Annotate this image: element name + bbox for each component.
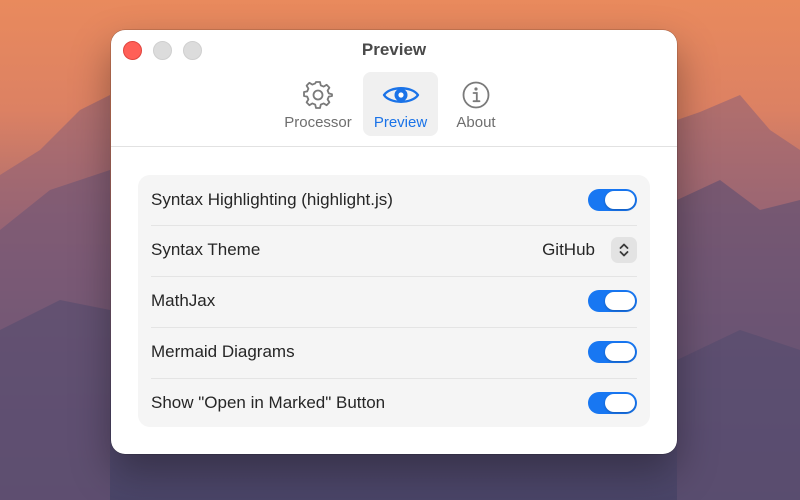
setting-row-syntax-highlighting: Syntax Highlighting (highlight.js) bbox=[138, 175, 650, 225]
syntax-theme-label: Syntax Theme bbox=[151, 240, 261, 259]
toggle-knob bbox=[605, 292, 635, 310]
toggle-knob bbox=[605, 343, 635, 361]
setting-row-mermaid: Mermaid Diagrams bbox=[138, 327, 650, 377]
tab-processor[interactable]: Processor bbox=[280, 72, 356, 136]
syntax-theme-select[interactable]: GitHub bbox=[542, 237, 637, 263]
chevron-up-down-icon bbox=[611, 237, 637, 263]
tab-about[interactable]: About bbox=[438, 72, 514, 136]
setting-row-mathjax: MathJax bbox=[138, 276, 650, 326]
mermaid-toggle[interactable] bbox=[588, 341, 637, 363]
window-title: Preview bbox=[361, 40, 427, 59]
tab-preview-label: Preview bbox=[373, 114, 428, 131]
setting-row-open-in-marked: Show "Open in Marked" Button bbox=[138, 378, 650, 428]
setting-row-syntax-theme: Syntax Theme GitHub bbox=[138, 225, 650, 275]
toggle-knob bbox=[605, 394, 635, 412]
eye-icon bbox=[382, 80, 420, 110]
tab-about-label: About bbox=[456, 114, 496, 131]
syntax-highlighting-label: Syntax Highlighting (highlight.js) bbox=[151, 190, 393, 209]
info-icon bbox=[461, 80, 491, 110]
syntax-highlighting-toggle[interactable] bbox=[588, 189, 637, 211]
open-in-marked-toggle[interactable] bbox=[588, 392, 637, 414]
preview-settings-group: Syntax Highlighting (highlight.js) Synta… bbox=[138, 175, 650, 427]
open-in-marked-label: Show "Open in Marked" Button bbox=[151, 393, 386, 412]
preferences-toolbar: Processor Preview About bbox=[111, 72, 677, 136]
mathjax-label: MathJax bbox=[151, 291, 216, 310]
preferences-window: Preview Processor Preview About Syntax H… bbox=[111, 30, 677, 454]
toggle-knob bbox=[605, 191, 635, 209]
tab-preview[interactable]: Preview bbox=[363, 72, 438, 136]
syntax-theme-value: GitHub bbox=[542, 240, 595, 259]
gear-icon bbox=[303, 80, 333, 110]
mermaid-label: Mermaid Diagrams bbox=[151, 342, 295, 361]
tab-processor-label: Processor bbox=[284, 114, 352, 131]
mathjax-toggle[interactable] bbox=[588, 290, 637, 312]
toolbar-divider bbox=[111, 146, 677, 147]
